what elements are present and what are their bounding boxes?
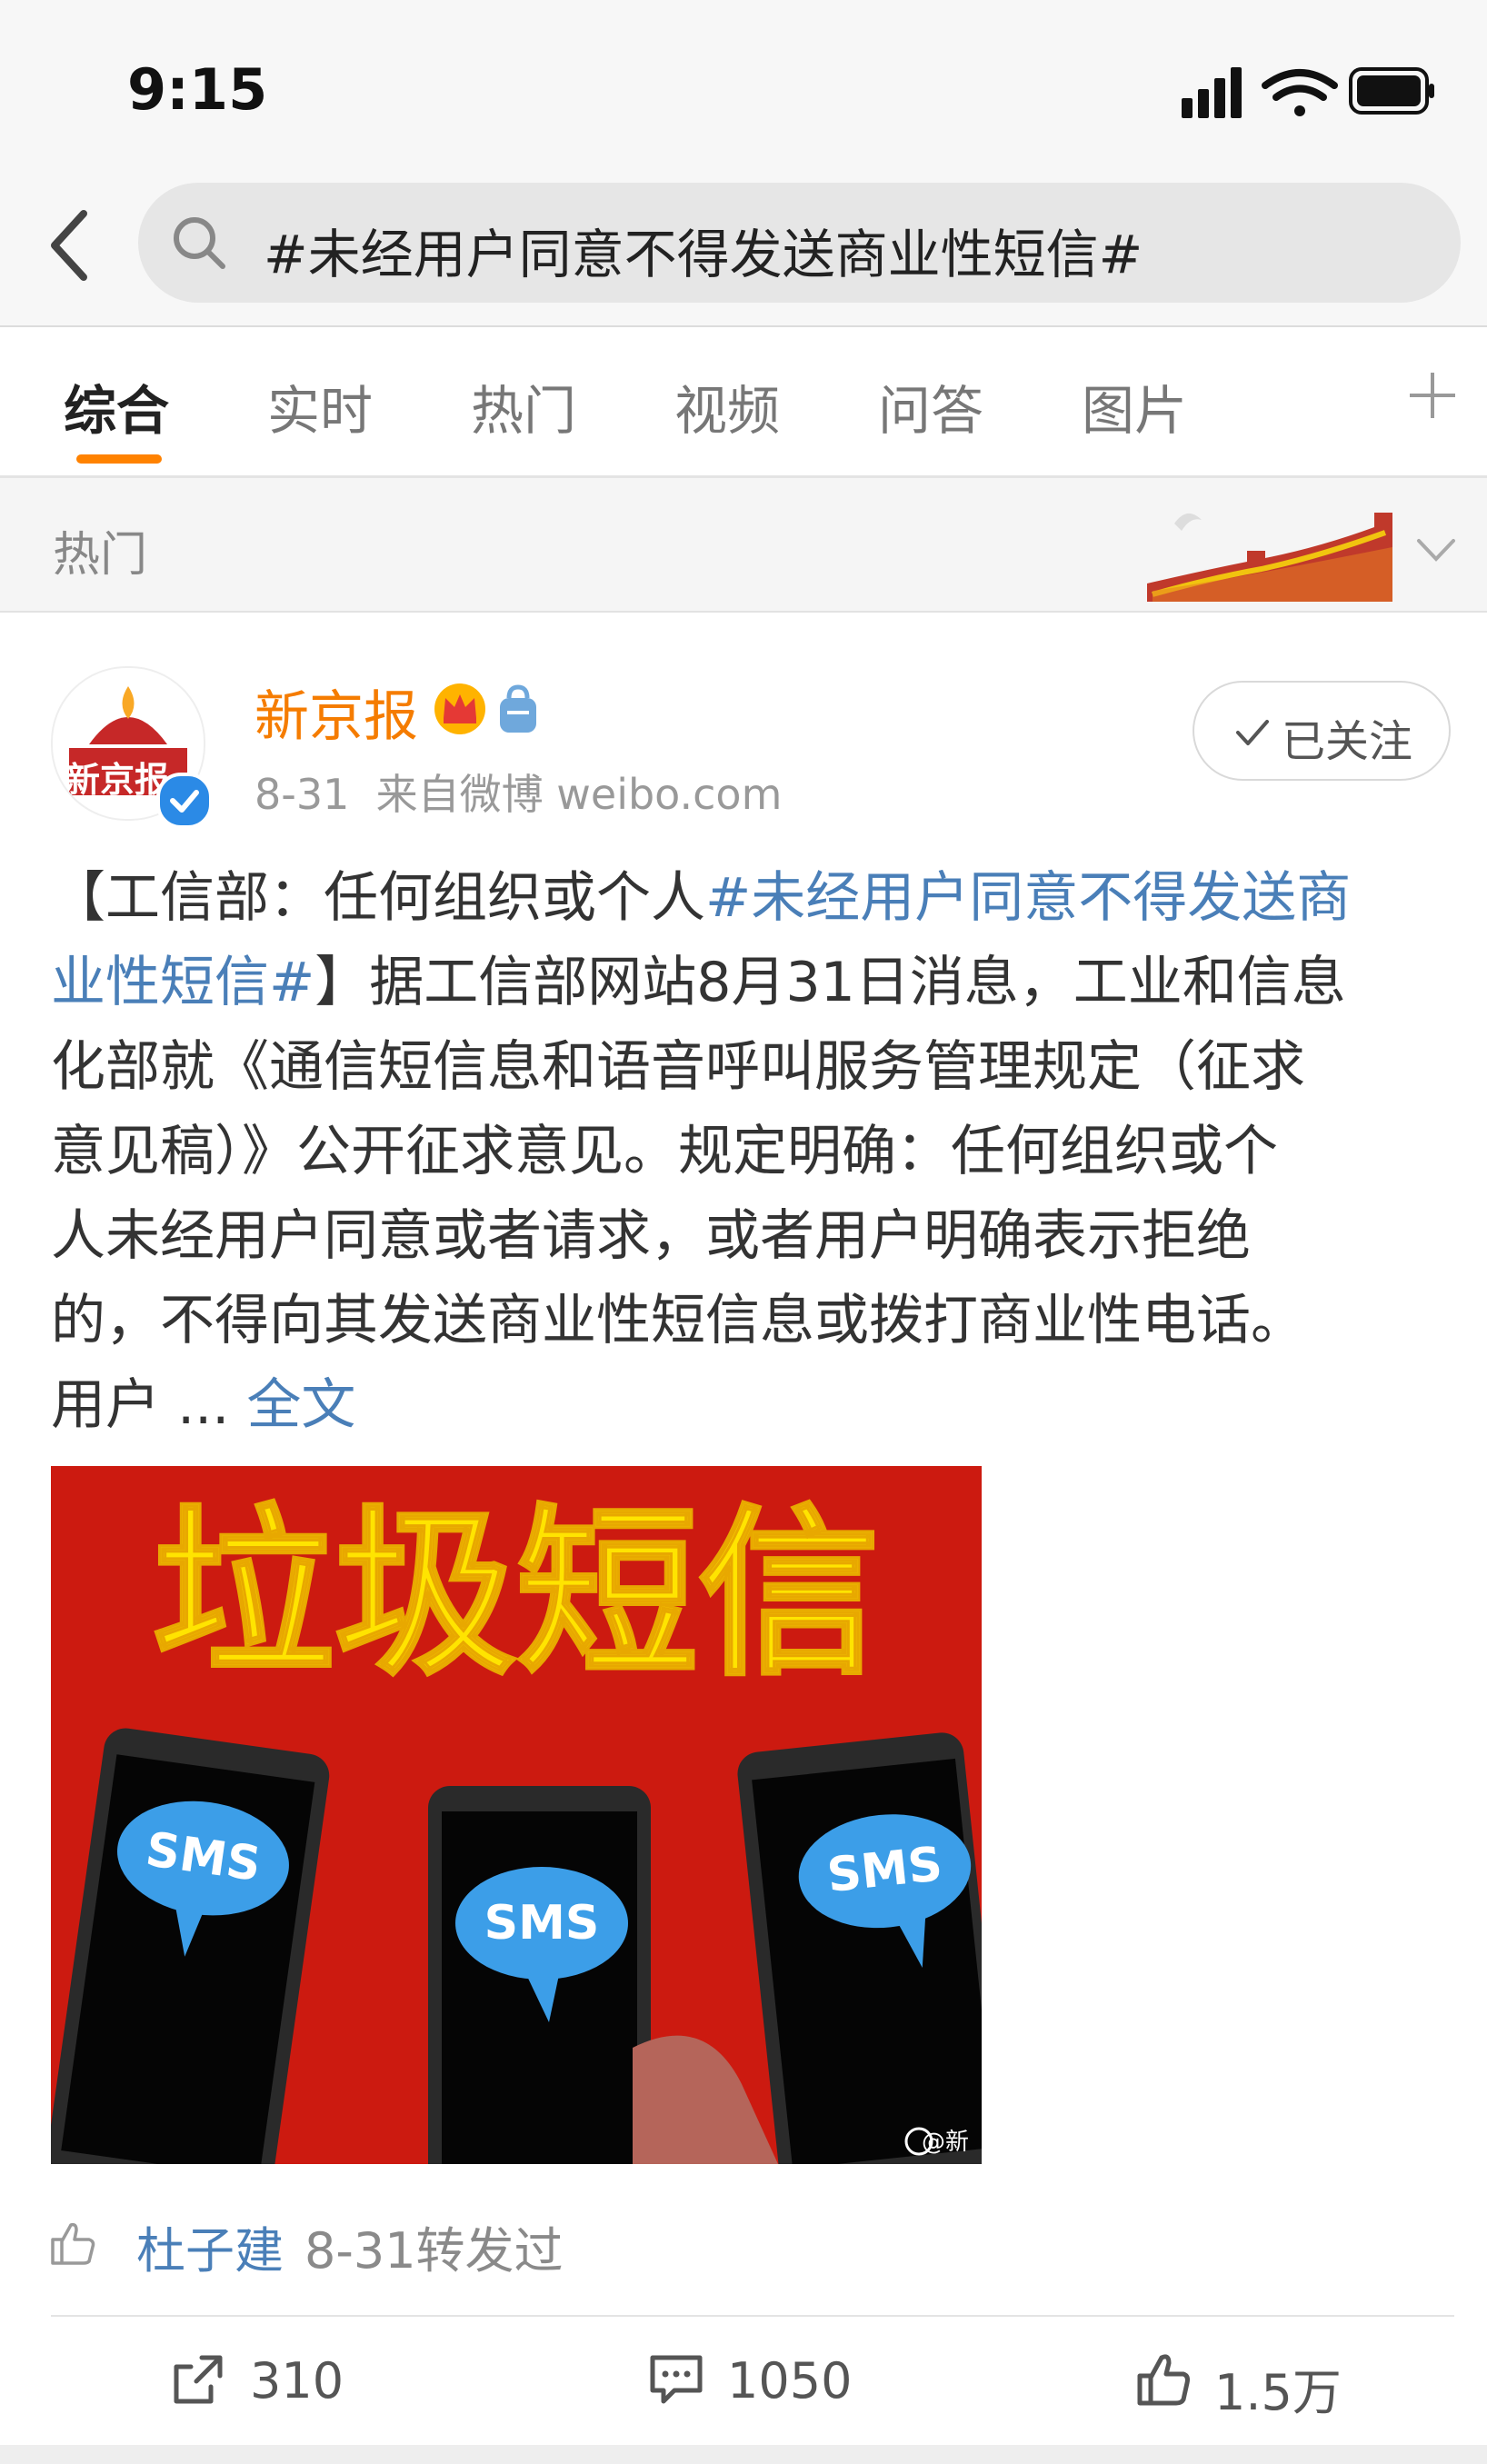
body-line: 的，不得向其发送商业性短信息或拨打商业性电话。 [51,1289,1305,1352]
wifi-icon [1262,69,1338,116]
thumb-icon [51,2222,95,2265]
check-icon [1236,720,1269,745]
bottom-strip [0,2445,1487,2464]
comment-count[interactable]: 1050 [727,2352,852,2409]
body-line: 用户 ... 全文 [51,1373,356,1437]
repost-count[interactable]: 310 [250,2352,344,2409]
status-time: 9:15 [127,56,268,123]
crown-icon [434,683,485,734]
body-line: 人未经用户同意或者请求，或者用户明确表示拒绝 [51,1204,1251,1268]
signal-icon [1182,67,1242,118]
search-icon [174,217,225,269]
search-query: #未经用户同意不得发送商业性短信# [264,224,1143,285]
body-line: 业性短信#】据工信部网站8月31日消息，工业和信息 [51,951,1346,1014]
great-wall-banner-icon [1147,513,1392,602]
body-line: 化部就《通信短信息和语音呼叫服务管理规定（征求 [51,1035,1305,1099]
post-date: 8-31 [254,770,350,819]
tab-hot[interactable]: 热门 [471,368,576,444]
member-bag-icon [500,684,536,733]
like-icon[interactable] [1134,2350,1193,2409]
tab-qa[interactable]: 问答 [878,368,983,444]
post-source: 来自微博 weibo.com [375,770,783,819]
spam-sms-illustration: 垃圾短信 SMS SMS SMS @新 [51,1466,982,2164]
sms-bubble-text: SMS [484,1896,600,1950]
post-meta: 8-31 来自微博 weibo.com [254,762,782,822]
reposter-name[interactable]: 杜子建 [136,2210,284,2282]
phone-right: SMS [737,1732,982,2164]
active-tab-indicator [76,454,162,464]
follow-label: 已关注 [1282,716,1413,767]
read-more-link[interactable]: 全文 [246,1373,355,1437]
author-name[interactable]: 新京报 [254,673,418,752]
body-line: 【工信部：任何组织或个人#未经用户同意不得发送商 [51,866,1352,930]
add-tab-icon[interactable] [1407,364,1458,427]
tab-images[interactable]: 图片 [1082,368,1187,444]
hashtag-link[interactable]: 业性短信# [51,951,314,1014]
repost-icon[interactable] [169,2350,227,2409]
divider [51,2315,1454,2317]
image-headline: 垃圾短信 [153,1489,880,1701]
hashtag-link[interactable]: #未经用户同意不得发送商 [705,866,1351,930]
battery-icon [1349,67,1434,115]
status-icons [1182,67,1434,118]
back-icon[interactable] [44,205,98,286]
tab-general[interactable]: 综合 [64,368,169,444]
hot-label: 热门 [53,528,148,583]
like-count[interactable]: 1.5万 [1214,2352,1342,2424]
body-line: 意见稿）》公开征求意见。规定明确：任何组织或个 [51,1120,1278,1183]
tab-video[interactable]: 视频 [674,368,780,444]
tab-realtime[interactable]: 实时 [267,368,373,444]
post-body: 【工信部：任何组织或个人#未经用户同意不得发送商 业性短信#】据工信部网站8月3… [51,856,1456,1448]
avatar-text: 新京报 [65,759,170,800]
repost-meta: 8-31转发过 [304,2222,564,2279]
verified-badge-icon [156,773,213,829]
comment-icon[interactable] [647,2350,705,2409]
post-image[interactable]: 垃圾短信 SMS SMS SMS @新 [51,1466,982,2164]
expand-chevron-icon[interactable] [1413,532,1459,568]
